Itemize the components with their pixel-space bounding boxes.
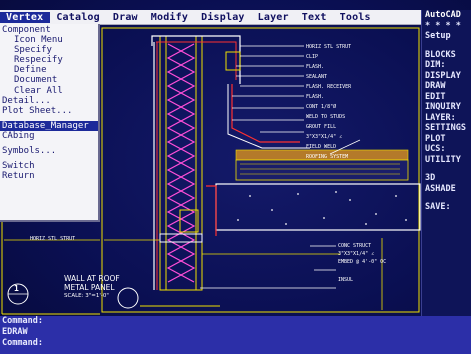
menu-item-respecify[interactable]: Respecify	[0, 55, 98, 65]
menu-item-database-manager[interactable]: Database_Manager	[0, 120, 98, 131]
menu-item-component[interactable]: Component	[0, 25, 98, 35]
label-angle: 3"X3"X1/4" ∠	[306, 134, 343, 140]
side-menu-plot[interactable]: PLOT	[422, 134, 471, 145]
autocad-screen: Vertex Catalog Draw Modify Display Layer…	[0, 0, 471, 354]
side-menu-stars[interactable]: * * * *	[422, 21, 471, 32]
side-menu-blocks[interactable]: BLOCKS	[422, 50, 471, 61]
menu-catalog[interactable]: Catalog	[50, 12, 107, 23]
label-cont: CONT 1/8"Ø	[306, 104, 337, 110]
side-menu-dim[interactable]: DIM:	[422, 60, 471, 71]
title-line2: METAL PANEL	[64, 283, 115, 292]
menu-item-plot-sheet[interactable]: Plot Sheet...	[0, 106, 98, 116]
menu-item-switch[interactable]: Switch	[0, 161, 98, 171]
side-menu-save[interactable]: SAVE:	[422, 202, 471, 213]
label-horiz2: HORIZ STL STRUT	[30, 236, 76, 242]
menu-item-specify[interactable]: Specify	[0, 45, 98, 55]
drawing-canvas-left[interactable]: HORIZ STL STRUT 1 WALL AT ROOF METAL PAN…	[0, 222, 120, 316]
side-menu-inquiry[interactable]: INQUIRY	[422, 102, 471, 113]
drawing-labels: HORIZ STL STRUT CLIP FLASH. SEALANT FLAS…	[306, 42, 351, 162]
command-line[interactable]: Command: EDRAW Command:	[0, 316, 471, 354]
side-menu-title[interactable]: AutoCAD	[422, 10, 471, 21]
label-receiver: FLASH. RECEIVER	[306, 84, 352, 90]
menu-item-return[interactable]: Return	[0, 171, 98, 181]
label-embed: EMBED @ 4'-0" OC	[338, 259, 387, 265]
label-sealant: SEALANT	[306, 74, 328, 80]
menu-item-clear-all[interactable]: Clear All	[0, 86, 98, 96]
drawing-canvas[interactable]: HORIZ STL STRUT CLIP FLASH. SEALANT FLAS…	[100, 24, 421, 316]
vertex-dropdown-menu: Component Icon Menu Specify Respecify De…	[0, 24, 100, 222]
label-field: FIELD WELD	[306, 144, 337, 150]
title-line1: WALL AT ROOF	[64, 274, 120, 283]
command-history-line: EDRAW	[2, 327, 28, 337]
side-menu-setup[interactable]: Setup	[422, 31, 471, 42]
side-menu-display[interactable]: DISPLAY	[422, 71, 471, 82]
menu-vertex[interactable]: Vertex	[0, 11, 51, 23]
menu-bar: Vertex Catalog Draw Modify Display Layer…	[0, 10, 421, 25]
side-menu-edit[interactable]: EDIT	[422, 92, 471, 103]
label-clip: CLIP	[306, 54, 319, 60]
side-menu-3d[interactable]: 3D	[422, 173, 471, 184]
menu-layer[interactable]: Layer	[252, 12, 296, 23]
menu-item-document[interactable]: Document	[0, 75, 98, 85]
label-flash2: FLASH.	[306, 94, 325, 100]
label-strut: HORIZ STL STRUT	[306, 44, 352, 50]
label-insul: INSUL	[338, 277, 354, 283]
menu-tools[interactable]: Tools	[334, 12, 378, 23]
drawing-labels-lower: CONC STRUCT 3"X3"X1/4" ∠ EMBED @ 4'-0" O…	[338, 242, 386, 284]
concrete-dots	[237, 191, 407, 225]
menu-item-icon-menu[interactable]: Icon Menu	[0, 35, 98, 45]
menu-item-cabling[interactable]: CAbing	[0, 131, 98, 141]
side-menu-ashade[interactable]: ASHADE	[422, 184, 471, 195]
side-menu-utility[interactable]: UTILITY	[422, 155, 471, 166]
side-menu-layer[interactable]: LAYER:	[422, 113, 471, 124]
menu-draw[interactable]: Draw	[107, 12, 145, 23]
concrete-slab	[215, 183, 421, 231]
side-menu-settings[interactable]: SETTINGS	[422, 123, 471, 134]
menu-item-symbols[interactable]: Symbols...	[0, 146, 98, 156]
menu-modify[interactable]: Modify	[145, 12, 195, 23]
label-grout: GROUT FILL	[306, 124, 337, 130]
title-scale: SCALE: 3"=1'-0"	[64, 293, 109, 299]
label-roofing: ROOFING SYSTEM	[306, 154, 349, 160]
command-history-line: Command:	[2, 316, 43, 326]
command-prompt[interactable]: Command:	[0, 338, 471, 349]
screen-side-menu: AutoCAD * * * * Setup BLOCKS DIM: DISPLA…	[421, 10, 471, 316]
drawing-title-block: WALL AT ROOF METAL PANEL SCALE: 3"=1'-0"	[64, 274, 154, 301]
label-flash: FLASH.	[306, 64, 325, 70]
menu-text[interactable]: Text	[296, 12, 334, 23]
label-weld: WELD TO STUDS	[306, 114, 346, 120]
label-conc: CONC STRUCT	[338, 243, 372, 249]
menu-item-detail[interactable]: Detail...	[0, 96, 98, 106]
menu-item-define[interactable]: Define	[0, 65, 98, 75]
side-menu-ucs[interactable]: UCS:	[422, 144, 471, 155]
side-menu-draw[interactable]: DRAW	[422, 81, 471, 92]
label-angle2: 3"X3"X1/4" ∠	[338, 251, 375, 257]
detail-number: 1	[14, 284, 19, 293]
menu-display[interactable]: Display	[195, 12, 252, 23]
